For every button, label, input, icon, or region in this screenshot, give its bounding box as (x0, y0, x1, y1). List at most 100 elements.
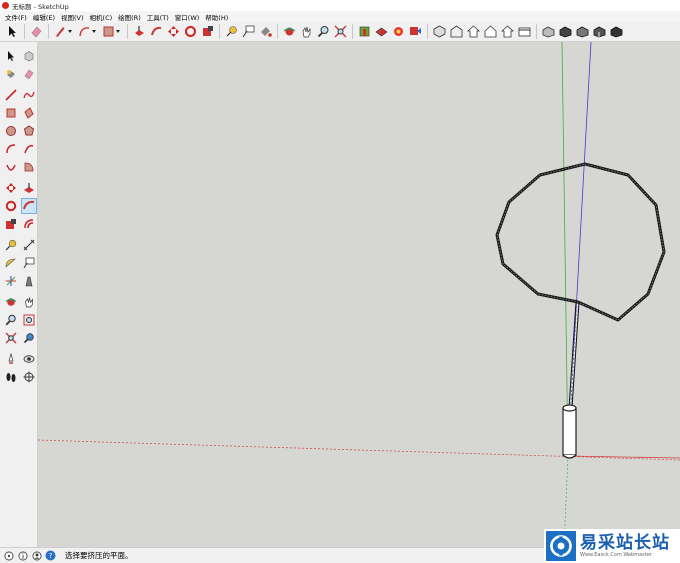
red-axis (567, 455, 680, 459)
move-icon[interactable] (166, 24, 181, 39)
eraser-icon[interactable] (29, 24, 44, 39)
axes-icon[interactable] (3, 273, 19, 289)
menu-bar: 文件(F) 编辑(E) 视图(V) 相机(C) 绘图(R) 工具(T) 窗口(W… (0, 11, 680, 22)
position-camera-icon[interactable] (3, 351, 19, 367)
front-view-icon[interactable] (466, 24, 481, 39)
toolbar-separator (127, 24, 128, 39)
menu-draw[interactable]: 绘图(R) (115, 12, 144, 22)
rectangle-icon[interactable] (101, 24, 123, 39)
3d-text-icon[interactable] (21, 273, 37, 289)
pan-icon[interactable] (21, 294, 37, 310)
user-icon[interactable] (31, 550, 42, 561)
menu-window[interactable]: 窗口(W) (172, 12, 203, 22)
rotate-icon[interactable] (3, 198, 19, 214)
geo-location-icon[interactable] (3, 550, 14, 561)
status-message: 选择要挤压的平面。 (65, 551, 133, 560)
menu-help[interactable]: 帮助(H) (202, 12, 231, 22)
watermark-logo-icon (546, 531, 576, 561)
two-point-arc-icon[interactable] (21, 141, 37, 157)
scale-icon[interactable] (200, 24, 215, 39)
offset-icon[interactable] (21, 216, 37, 232)
warehouse-icon[interactable] (357, 24, 372, 39)
protractor-icon[interactable] (3, 255, 19, 271)
push-pull-icon[interactable] (21, 180, 37, 196)
zoom-extents-icon[interactable] (3, 330, 19, 346)
component-icon[interactable] (21, 48, 37, 64)
paint-bucket-icon[interactable] (258, 24, 273, 39)
toolbar-separator (219, 24, 220, 39)
select-icon[interactable] (5, 24, 20, 39)
components-icon[interactable] (391, 24, 406, 39)
zoom-extents-icon[interactable] (333, 24, 348, 39)
follow-me-icon[interactable] (149, 24, 164, 39)
pan-icon[interactable] (299, 24, 314, 39)
title-bar: 无标题 - SketchUp (0, 0, 680, 11)
circle-icon[interactable] (3, 123, 19, 139)
xray-icon[interactable] (541, 24, 556, 39)
model-canvas[interactable] (38, 42, 680, 547)
orbit-icon[interactable] (282, 24, 297, 39)
menu-camera[interactable]: 相机(C) (87, 12, 116, 22)
svg-text:?: ? (49, 552, 53, 560)
right-view-icon[interactable] (483, 24, 498, 39)
scale-icon[interactable] (3, 216, 19, 232)
section-plane-icon[interactable] (21, 369, 37, 385)
zoom-icon[interactable] (316, 24, 331, 39)
help-icon[interactable]: ? (45, 550, 56, 561)
cylinder[interactable] (562, 404, 577, 459)
watermark: 易采站长站 Www.Easck.Com Webmaster (544, 529, 680, 563)
previous-view-icon[interactable] (21, 330, 37, 346)
freehand-icon[interactable] (21, 87, 37, 103)
menu-edit[interactable]: 编辑(E) (30, 12, 58, 22)
left-toolbar (0, 42, 38, 547)
wireframe-icon[interactable] (558, 24, 573, 39)
textured-icon[interactable] (609, 24, 624, 39)
zoom-window-icon[interactable] (21, 312, 37, 328)
polygon-profile[interactable] (495, 162, 666, 322)
pencil-icon[interactable] (53, 24, 75, 39)
drawing-viewport[interactable] (38, 42, 680, 547)
red-axis-dashed (38, 439, 680, 461)
three-point-arc-icon[interactable] (3, 159, 19, 175)
toolbar-separator (48, 24, 49, 39)
iso-view-icon[interactable] (432, 24, 447, 39)
watermark-subtitle: Www.Easck.Com Webmaster (580, 552, 652, 558)
text-label-icon[interactable] (241, 24, 256, 39)
follow-me-icon[interactable] (21, 198, 37, 214)
back-view-icon[interactable] (500, 24, 515, 39)
menu-view[interactable]: 视图(V) (58, 12, 87, 22)
main-toolbar (0, 22, 680, 42)
orbit-icon[interactable] (3, 294, 19, 310)
share-icon[interactable] (408, 24, 423, 39)
rectangle-icon[interactable] (3, 105, 19, 121)
hidden-line-icon[interactable] (575, 24, 590, 39)
arc-icon[interactable] (3, 141, 19, 157)
menu-tools[interactable]: 工具(T) (144, 12, 172, 22)
eraser-icon[interactable] (21, 66, 37, 82)
tape-measure-icon[interactable] (224, 24, 239, 39)
toolbar-separator (427, 24, 428, 39)
pie-icon[interactable] (21, 159, 37, 175)
text-icon[interactable] (21, 255, 37, 271)
look-around-icon[interactable] (21, 351, 37, 367)
polygon-icon[interactable] (21, 123, 37, 139)
extension-icon[interactable] (374, 24, 389, 39)
select-icon[interactable] (3, 48, 19, 64)
tape-measure-icon[interactable] (3, 237, 19, 253)
zoom-icon[interactable] (3, 312, 19, 328)
line-icon[interactable] (3, 87, 19, 103)
move-icon[interactable] (3, 180, 19, 196)
walk-icon[interactable] (3, 369, 19, 385)
push-pull-icon[interactable] (132, 24, 147, 39)
top-view-icon[interactable] (449, 24, 464, 39)
info-icon[interactable] (17, 550, 28, 561)
shaded-icon[interactable] (592, 24, 607, 39)
rotate-icon[interactable] (183, 24, 198, 39)
paint-bucket-icon[interactable] (3, 66, 19, 82)
toolbar-separator (536, 24, 537, 39)
left-view-icon[interactable] (517, 24, 532, 39)
arc-icon[interactable] (77, 24, 99, 39)
rotated-rectangle-icon[interactable] (21, 105, 37, 121)
dimension-icon[interactable] (21, 237, 37, 253)
menu-file[interactable]: 文件(F) (2, 12, 30, 22)
